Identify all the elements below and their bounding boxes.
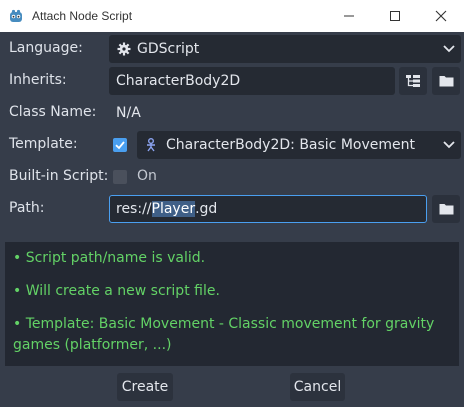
cancel-button[interactable]: Cancel: [290, 373, 345, 401]
attach-script-dialog: Language: GDScript Inherits: CharacterBo…: [0, 32, 464, 407]
close-button[interactable]: [418, 0, 464, 32]
path-input[interactable]: res://Player .gd: [109, 195, 427, 223]
classname-value: N/A: [116, 105, 141, 121]
message-path-valid: • Script path/name is valid.: [13, 250, 206, 266]
template-label: Template:: [9, 136, 78, 152]
checkmark-icon: [115, 141, 125, 150]
maximize-icon: [390, 11, 400, 21]
maximize-button[interactable]: [372, 0, 418, 32]
browse-inherits-button[interactable]: [432, 67, 460, 95]
gear-icon: [117, 42, 131, 56]
path-suffix: .gd: [195, 201, 218, 217]
path-label: Path:: [9, 200, 45, 216]
folder-icon: [439, 204, 453, 215]
classname-label: Class Name:: [9, 104, 97, 120]
template-checkbox[interactable]: [113, 138, 127, 152]
builtin-checkbox[interactable]: [113, 170, 127, 184]
chevron-down-icon: [443, 45, 455, 53]
language-select[interactable]: GDScript: [109, 35, 461, 63]
minimize-icon: [344, 15, 354, 17]
message-new-file: • Will create a new script file.: [13, 283, 220, 299]
close-icon: [435, 10, 447, 22]
inherits-label: Inherits:: [9, 72, 67, 88]
create-button[interactable]: Create: [117, 373, 173, 401]
minimize-button[interactable]: [326, 0, 372, 32]
builtin-state: On: [137, 168, 157, 184]
template-value: CharacterBody2D: Basic Movement: [166, 137, 415, 153]
language-label: Language:: [9, 40, 83, 56]
builtin-label: Built-in Script:: [9, 168, 109, 184]
character-node-icon: [147, 138, 155, 152]
godot-icon: [10, 9, 22, 22]
validation-panel: • Script path/name is valid. • Will crea…: [5, 242, 459, 366]
title-bar: Attach Node Script: [0, 0, 464, 32]
chevron-down-icon: [443, 141, 455, 149]
template-select[interactable]: CharacterBody2D: Basic Movement: [137, 131, 461, 159]
message-template: • Template: Basic Movement - Classic mov…: [13, 316, 435, 332]
folder-icon: [439, 76, 453, 87]
node-tree-icon: [406, 75, 420, 87]
browse-path-button[interactable]: [432, 195, 460, 223]
classname-field: N/A: [109, 99, 461, 127]
inherits-input[interactable]: CharacterBody2D: [109, 67, 395, 95]
path-selection: Player: [151, 201, 196, 217]
select-inherits-button[interactable]: [399, 67, 427, 95]
language-value: GDScript: [137, 41, 200, 57]
inherits-value: CharacterBody2D: [116, 73, 241, 89]
path-prefix: res://: [116, 201, 152, 217]
window-title: Attach Node Script: [32, 9, 133, 23]
message-template-cont: games (platformer, ...): [13, 337, 172, 353]
